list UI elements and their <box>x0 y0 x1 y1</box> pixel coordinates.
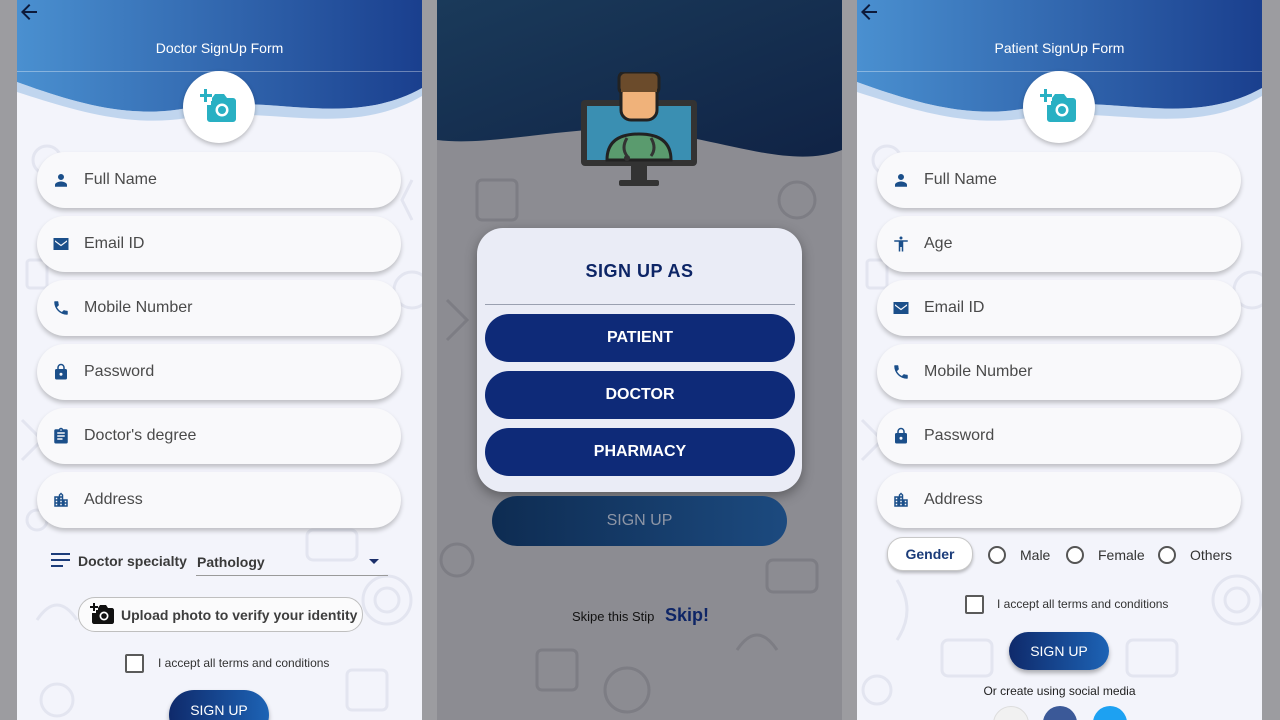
chevron-down-icon <box>369 559 379 564</box>
dialog-title: SIGN UP AS <box>585 261 694 281</box>
page-title: Doctor SignUp Form <box>155 40 284 56</box>
email-label: Email ID <box>924 299 985 316</box>
back-arrow-icon[interactable] <box>17 0 41 24</box>
mobile-field[interactable]: Mobile Number <box>37 280 401 336</box>
email-icon <box>893 302 909 314</box>
mobile-field[interactable]: Mobile Number <box>877 344 1241 400</box>
others-label: Others <box>1190 547 1233 563</box>
doctor-monitor-icon <box>581 72 697 186</box>
signup-button[interactable]: SIGN UP <box>169 690 269 720</box>
terms-checkbox[interactable] <box>125 654 144 673</box>
signup-button-disabled[interactable]: SIGN UP <box>492 496 787 546</box>
address-field[interactable]: Address <box>877 472 1241 528</box>
age-field[interactable]: Age <box>877 216 1241 272</box>
female-radio[interactable] <box>1066 546 1084 564</box>
clipboard-icon <box>54 427 68 444</box>
password-field[interactable]: Password <box>877 408 1241 464</box>
mobile-label: Mobile Number <box>84 299 193 316</box>
full-name-label: Full Name <box>924 171 997 188</box>
password-label: Password <box>84 363 155 380</box>
upload-photo-button[interactable]: Upload photo to verify your identity <box>78 597 363 632</box>
signup-role-screen: SIGN UP AS PATIENT DOCTOR PHARMACY SIGN … <box>437 0 842 720</box>
upload-photo-label: Upload photo to verify your identity <box>121 607 358 623</box>
dialog-divider <box>485 304 795 305</box>
terms-label: I accept all terms and conditions <box>997 597 1169 611</box>
person-icon <box>55 174 67 187</box>
pharmacy-option-button[interactable]: PHARMACY <box>485 428 795 476</box>
degree-label: Doctor's degree <box>84 427 197 444</box>
others-radio[interactable] <box>1158 546 1176 564</box>
skip-text: Skipe this Stip <box>572 609 655 624</box>
full-name-field[interactable]: Full Name <box>37 152 401 208</box>
building-icon <box>894 492 908 507</box>
patient-signup-screen: Patient SignUp Form Full Name Age Email … <box>857 0 1262 720</box>
specialty-value: Pathology <box>197 554 265 570</box>
female-label: Female <box>1098 547 1145 563</box>
signup-button[interactable]: SIGN UP <box>1009 632 1109 670</box>
phone-icon <box>54 301 68 315</box>
email-field[interactable]: Email ID <box>877 280 1241 336</box>
age-label: Age <box>924 235 953 252</box>
building-icon <box>54 492 68 507</box>
password-label: Password <box>924 427 995 444</box>
full-name-field[interactable]: Full Name <box>877 152 1241 208</box>
address-label: Address <box>924 491 983 508</box>
patient-option-button[interactable]: PATIENT <box>485 314 795 362</box>
email-field[interactable]: Email ID <box>37 216 401 272</box>
address-field[interactable]: Address <box>37 472 401 528</box>
skip-link[interactable]: Skip! <box>665 605 709 626</box>
specialty-dropdown[interactable]: Pathology <box>196 549 388 576</box>
terms-label: I accept all terms and conditions <box>158 656 330 670</box>
terms-checkbox[interactable] <box>965 595 984 614</box>
mobile-label: Mobile Number <box>924 363 1033 380</box>
password-field[interactable]: Password <box>37 344 401 400</box>
email-label: Email ID <box>84 235 145 252</box>
accessibility-icon <box>894 236 908 252</box>
full-name-label: Full Name <box>84 171 157 188</box>
lock-icon <box>55 363 67 380</box>
male-label: Male <box>1020 547 1051 563</box>
camera-plus-icon <box>90 603 114 624</box>
profile-photo-button[interactable] <box>183 71 255 143</box>
menu-lines-icon <box>51 553 70 567</box>
degree-field[interactable]: Doctor's degree <box>37 408 401 464</box>
add-photo-icon <box>200 89 236 122</box>
doctor-option-button[interactable]: DOCTOR <box>485 371 795 419</box>
person-icon <box>895 174 907 187</box>
lock-icon <box>895 427 907 444</box>
doctor-signup-screen: Doctor SignUp Form Full Name Email ID Mo… <box>17 0 422 720</box>
social-signup-text: Or create using social media <box>983 684 1136 698</box>
back-arrow-icon[interactable] <box>857 0 881 24</box>
signup-role-dialog: SIGN UP AS PATIENT DOCTOR PHARMACY <box>477 228 802 492</box>
add-photo-icon <box>1040 89 1076 122</box>
profile-photo-button[interactable] <box>1023 71 1095 143</box>
specialty-label: Doctor specialty <box>78 553 187 569</box>
phone-icon <box>894 365 908 379</box>
page-title: Patient SignUp Form <box>994 40 1125 56</box>
email-icon <box>53 238 69 250</box>
gender-label-button: Gender <box>887 537 973 571</box>
male-radio[interactable] <box>988 546 1006 564</box>
address-label: Address <box>84 491 143 508</box>
